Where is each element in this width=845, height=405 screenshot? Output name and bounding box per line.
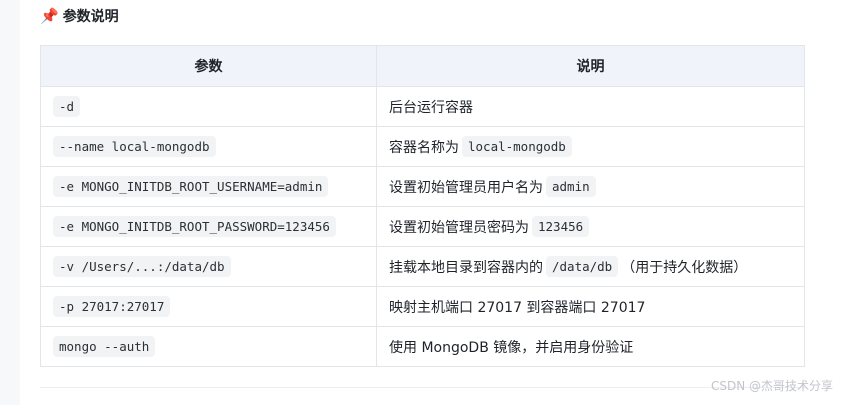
table-row: -p 27017:27017 映射主机端口 27017 到容器端口 27017 bbox=[40, 286, 805, 327]
desc-code: /data/db bbox=[546, 256, 619, 277]
params-table: 参数 说明 -d 后台运行容器 --name local-mongodb 容器名称为 l… bbox=[40, 45, 805, 367]
desc-cell: 设置初始管理员用户名为 admin bbox=[376, 166, 805, 207]
desc-text: 容器名称为 bbox=[389, 139, 459, 156]
param-code: --name local-mongodb bbox=[53, 135, 216, 157]
desc-cell: 使用 MongoDB 镜像，并启用身份验证 bbox=[376, 326, 805, 367]
desc-text: 映射主机端口 27017 到容器端口 27017 bbox=[389, 299, 646, 316]
param-code: -e MONGO_INITDB_ROOT_USERNAME=admin bbox=[53, 175, 329, 197]
section-title: 参数说明 bbox=[62, 9, 119, 25]
desc-cell: 挂载本地目录到容器内的/data/db （用于持久化数据） bbox=[376, 246, 805, 287]
table-header-row: 参数 说明 bbox=[40, 45, 805, 87]
desc-text: （用于持久化数据） bbox=[621, 259, 748, 276]
param-cell: -e MONGO_INITDB_ROOT_USERNAME=admin bbox=[40, 166, 377, 207]
desc-cell: 映射主机端口 27017 到容器端口 27017 bbox=[376, 286, 805, 327]
table-row: mongo --auth 使用 MongoDB 镜像，并启用身份验证 bbox=[40, 326, 805, 367]
desc-code: local-mongodb bbox=[462, 136, 572, 157]
param-cell: --name local-mongodb bbox=[40, 126, 377, 167]
param-cell: -d bbox=[40, 86, 377, 127]
param-code: -p 27017:27017 bbox=[53, 295, 171, 317]
table-row: -e MONGO_INITDB_ROOT_PASSWORD=123456 设置初始… bbox=[40, 206, 805, 247]
desc-text: 使用 MongoDB 镜像，并启用身份验证 bbox=[389, 339, 634, 356]
param-cell: mongo --auth bbox=[40, 326, 377, 367]
divider bbox=[40, 387, 805, 388]
param-code: mongo --auth bbox=[53, 335, 156, 357]
table-row: --name local-mongodb 容器名称为 local-mongodb bbox=[40, 126, 805, 167]
table-row: -e MONGO_INITDB_ROOT_USERNAME=admin 设置初始管… bbox=[40, 166, 805, 207]
header-desc: 说明 bbox=[376, 45, 805, 87]
left-rail bbox=[0, 0, 20, 405]
desc-text: 设置初始管理员密码为 bbox=[389, 219, 529, 236]
desc-text: 挂载本地目录到容器内的 bbox=[389, 259, 543, 276]
param-cell: -e MONGO_INITDB_ROOT_PASSWORD=123456 bbox=[40, 206, 377, 247]
desc-text: 后台运行容器 bbox=[389, 99, 473, 116]
param-cell: -v /Users/...:/data/db bbox=[40, 246, 377, 287]
param-code: -e MONGO_INITDB_ROOT_PASSWORD=123456 bbox=[53, 215, 336, 237]
desc-text: 设置初始管理员用户名为 bbox=[389, 179, 543, 196]
table-body: -d 后台运行容器 --name local-mongodb 容器名称为 local-m… bbox=[40, 86, 805, 367]
table-row: -d 后台运行容器 bbox=[40, 86, 805, 127]
param-cell: -p 27017:27017 bbox=[40, 286, 377, 327]
section-heading: 📌 参数说明 bbox=[40, 4, 119, 28]
header-param: 参数 bbox=[40, 45, 377, 87]
desc-cell: 后台运行容器 bbox=[376, 86, 805, 127]
desc-code: admin bbox=[546, 176, 596, 197]
table-row: -v /Users/...:/data/db 挂载本地目录到容器内的/data/d… bbox=[40, 246, 805, 287]
pushpin-icon: 📌 bbox=[40, 6, 59, 25]
desc-code: 123456 bbox=[532, 216, 590, 237]
watermark: CSDN @杰哥技术分享 bbox=[710, 379, 833, 393]
desc-cell: 设置初始管理员密码为 123456 bbox=[376, 206, 805, 247]
desc-cell: 容器名称为 local-mongodb bbox=[376, 126, 805, 167]
param-code: -v /Users/...:/data/db bbox=[53, 255, 231, 277]
param-code: -d bbox=[53, 95, 81, 117]
